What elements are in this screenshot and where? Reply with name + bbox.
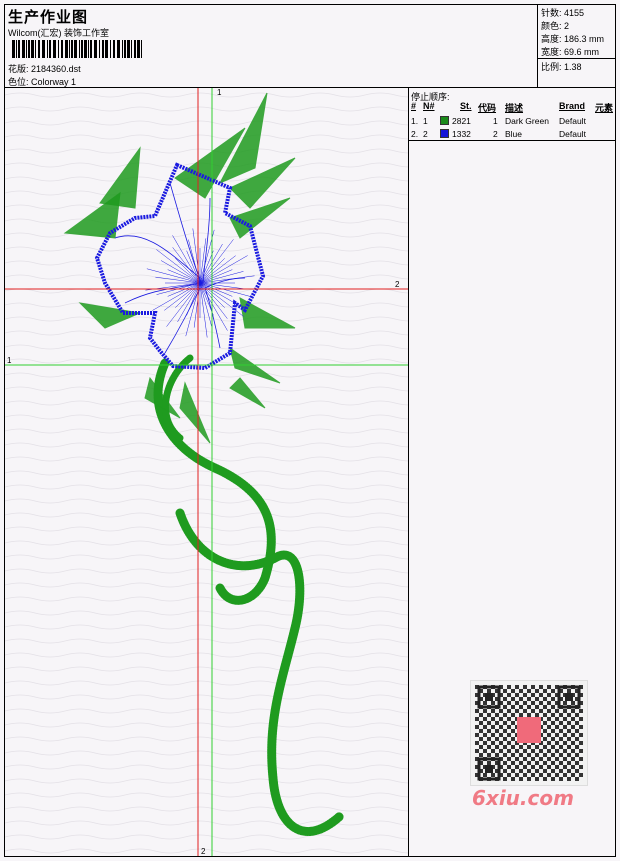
panel-divider xyxy=(409,140,616,141)
stat-width: 宽度: 69.6 mm xyxy=(541,45,599,58)
row-desc: Dark Green xyxy=(505,116,549,126)
design-value: 2184360.dst xyxy=(31,64,81,74)
stats-divider xyxy=(538,58,616,59)
header: 生产作业图 Wilcom(汇宏) 装饰工作室 花版: 2184360.dst 色… xyxy=(4,4,616,88)
design-label: 花版: xyxy=(8,64,29,74)
stat-value: 4155 xyxy=(564,8,585,18)
colorway-value: Colorway 1 xyxy=(31,77,77,87)
col-desc: 描述 xyxy=(505,103,524,113)
row-brand: Default xyxy=(559,129,586,139)
axis-label-v-green: 1 xyxy=(217,88,222,97)
axis-label-h-red: 2 xyxy=(395,280,400,289)
axis-label-v-red: 2 xyxy=(201,847,206,856)
stat-label: 宽度: xyxy=(541,47,562,57)
qr-code xyxy=(470,680,588,786)
row-num: 1. xyxy=(411,116,419,126)
col-n: N# xyxy=(423,101,435,111)
row-desc: Blue xyxy=(505,129,523,139)
row-brand: Default xyxy=(559,116,586,126)
stat-scale: 比例: 1.38 xyxy=(541,60,582,73)
stat-height: 高度: 186.3 mm xyxy=(541,32,604,45)
background-texture xyxy=(5,88,408,856)
row-st: 1332 xyxy=(452,129,471,139)
stat-value: 186.3 mm xyxy=(564,34,605,44)
colorway-label: 色位: xyxy=(8,77,29,87)
row-st: 2821 xyxy=(452,116,471,126)
design-file: 花版: 2184360.dst xyxy=(8,62,81,75)
stat-stitches: 针数: 4155 xyxy=(541,6,584,19)
row-num: 2. xyxy=(411,129,419,139)
col-element: 元素 xyxy=(595,103,614,113)
sheet-title: 生产作业图 xyxy=(8,9,89,26)
design-canvas: 1 2 2 1 xyxy=(5,88,408,856)
stat-value: 2 xyxy=(564,21,570,31)
row-n: 1 xyxy=(423,116,428,126)
row-n: 2 xyxy=(423,129,428,139)
studio-name: Wilcom(汇宏) 装饰工作室 xyxy=(8,28,109,38)
col-num: # xyxy=(411,101,417,111)
col-brand: Brand xyxy=(559,101,586,111)
axis-label-h-green: 1 xyxy=(7,356,12,365)
stat-value: 1.38 xyxy=(564,62,582,72)
stat-colors: 颜色: 2 xyxy=(541,19,569,32)
stats-box: 针数: 4155 颜色: 2 高度: 186.3 mm 宽度: 69.6 mm … xyxy=(537,4,616,88)
stat-label: 颜色: xyxy=(541,21,562,31)
row-code: 1 xyxy=(493,116,498,126)
col-st: St. xyxy=(460,101,472,111)
colorway: 色位: Colorway 1 xyxy=(8,75,76,88)
col-code: 代码 xyxy=(478,103,497,113)
qr-stamp xyxy=(517,717,541,743)
watermark-logo: 6xiu.com xyxy=(472,786,574,810)
color-swatch-green xyxy=(440,116,449,125)
stat-label: 高度: xyxy=(541,34,562,44)
stat-label: 针数: xyxy=(541,8,562,18)
barcode xyxy=(12,40,142,58)
stat-value: 69.6 mm xyxy=(564,47,600,57)
production-sheet: 生产作业图 Wilcom(汇宏) 装饰工作室 花版: 2184360.dst 色… xyxy=(0,0,620,861)
stat-label: 比例: xyxy=(541,62,562,72)
color-swatch-blue xyxy=(440,129,449,138)
row-code: 2 xyxy=(493,129,498,139)
